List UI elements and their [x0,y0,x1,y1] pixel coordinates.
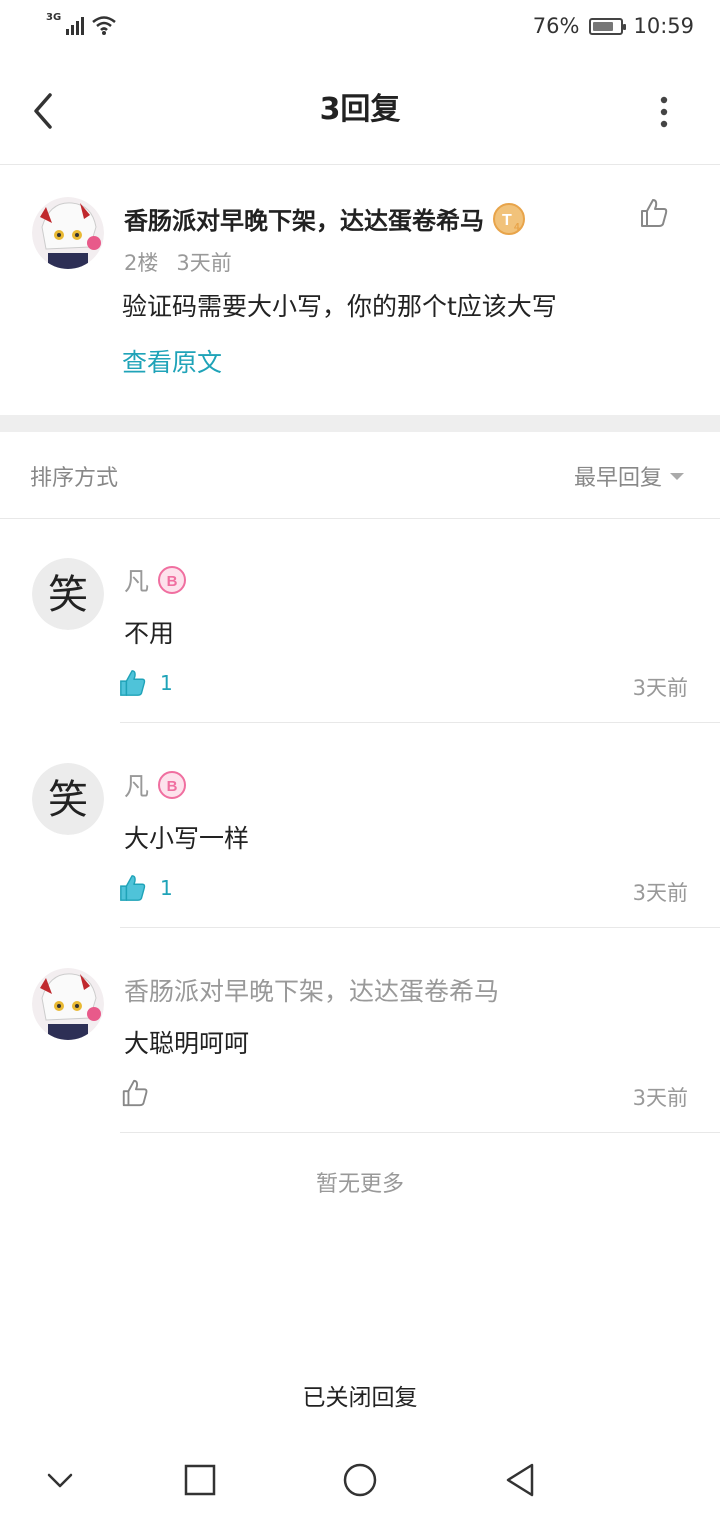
thumbs-up-icon [120,875,146,901]
sort-row: 排序方式 最早回复 [0,432,720,519]
status-right: 76% 10:59 [533,14,694,38]
svg-text:笑: 笑 [48,777,88,823]
avatar[interactable]: 笑 [32,763,104,835]
svg-text:B: B [167,573,178,590]
level-badge-icon: B [158,566,187,594]
battery-percent: 76% [532,14,580,38]
reply-time: 3天前 [632,676,688,700]
reply-username[interactable]: 香肠派对早晚下架，达达蛋卷希马 [124,972,499,1008]
post-meta: 2楼 3天前 [124,247,232,277]
like-button[interactable] [120,1078,162,1108]
reply-author-row: 凡 B [124,562,187,598]
avatar[interactable] [32,968,104,1040]
nav-back-icon[interactable] [504,1462,536,1498]
like-button[interactable]: 1 [118,668,173,698]
original-post: 香肠派对早晚下架，达达蛋卷希马 T 4 2楼 3天前 验证码需要大小写，你的那个… [0,165,720,415]
reply-username[interactable]: 凡 [124,767,149,803]
sort-dropdown[interactable]: 最早回复 [574,460,686,492]
svg-text:笑: 笑 [48,572,88,618]
status-bar: 3G 76% 10:59 [0,0,720,56]
reply-item: 香肠派对早晚下架，达达蛋卷希马 大聪明呵呵 3天前 [0,928,720,1133]
post-content: 验证码需要大小写，你的那个t应该大写 [122,292,557,321]
like-count: 1 [160,876,173,900]
clock: 10:59 [633,14,694,38]
reply-time: 3天前 [632,1086,688,1110]
nav-home-icon[interactable] [342,1462,378,1498]
section-separator [0,415,720,432]
no-more-text: 暂无更多 [315,1172,404,1197]
more-icon[interactable] [652,94,676,130]
reply-username[interactable]: 凡 [124,562,149,598]
reply-content: 大小写一样 [124,824,250,853]
floor-number: 2楼 [124,251,159,275]
view-original-link[interactable]: 查看原文 [122,343,222,379]
level-badge-icon: B [158,771,187,799]
thumbs-up-icon [120,670,146,696]
page-title: 3回复 [319,92,401,127]
replies-closed-text: 已关闭回复 [302,1385,418,1411]
post-time: 3天前 [176,251,232,275]
network-type: 3G [46,11,62,23]
status-left: 3G [46,11,117,36]
like-count: 1 [160,671,173,695]
svg-text:4: 4 [514,222,520,233]
sort-value: 最早回复 [573,466,662,491]
level-badge-icon: T 4 [493,202,525,235]
system-nav-bar [0,1440,720,1520]
avatar[interactable]: 笑 [32,558,104,630]
svg-text:B: B [167,778,178,795]
reply-item: 笑 凡 B 大小写一样 1 3天前 [0,723,720,928]
nav-collapse-icon[interactable] [46,1468,74,1492]
thumbs-up-icon[interactable] [638,197,670,229]
nav-recents-icon[interactable] [184,1464,216,1496]
post-username[interactable]: 香肠派对早晚下架，达达蛋卷希马 [124,201,484,236]
divider [120,1132,720,1133]
reply-content: 大聪明呵呵 [124,1029,250,1058]
battery-icon [589,17,627,35]
reply-author-row: 凡 B [124,767,187,803]
back-icon[interactable] [28,91,62,131]
wifi-icon [92,16,116,35]
avatar[interactable] [32,197,104,269]
sort-label: 排序方式 [30,466,119,491]
reply-time: 3天前 [632,881,688,905]
reply-content: 不用 [124,619,175,648]
like-button[interactable]: 1 [118,873,173,903]
post-author-row: 香肠派对早晚下架，达达蛋卷希马 T 4 [124,201,526,236]
svg-text:T: T [502,212,512,229]
signal-icon [66,17,85,35]
thumbs-up-icon [122,1079,148,1107]
header: 3回复 [0,56,720,165]
dropdown-arrow-icon [670,473,684,480]
reply-item: 笑 凡 B 不用 1 3天前 [0,518,720,723]
